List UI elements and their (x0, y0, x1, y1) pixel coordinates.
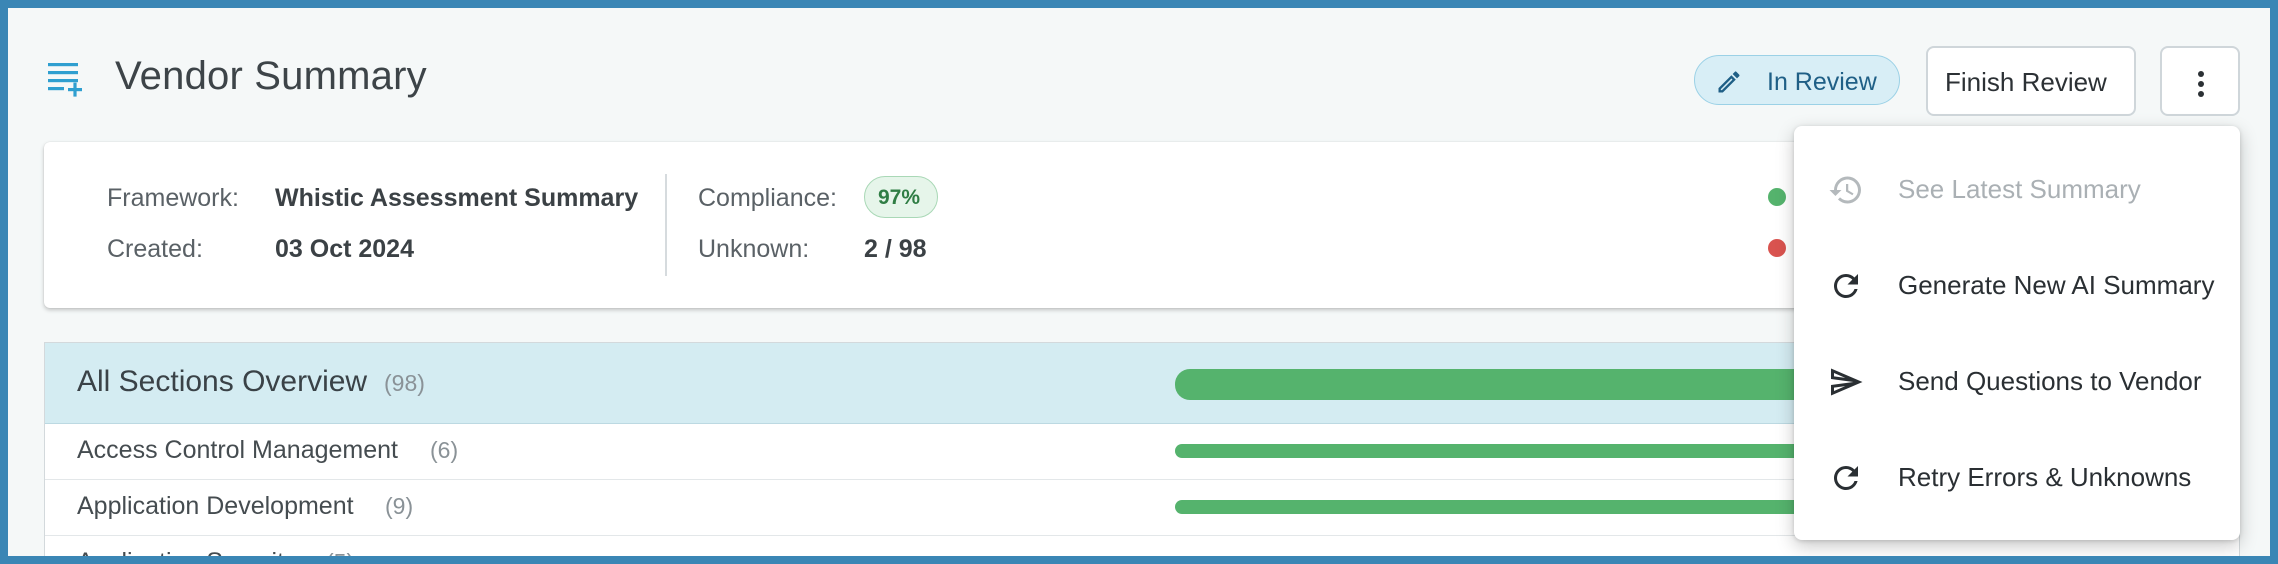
more-options-menu: See Latest Summary Generate New AI Summa… (1794, 126, 2240, 540)
menu-item-generate-ai-summary[interactable]: Generate New AI Summary (1794, 238, 2240, 334)
compliance-badge: 97% (864, 176, 938, 218)
info-divider (665, 174, 667, 276)
page-title: Vendor Summary (115, 54, 427, 98)
section-name: Application Security (77, 548, 297, 564)
section-count: (6) (430, 437, 459, 463)
more-options-button[interactable] (2160, 46, 2240, 116)
created-label: Created: (107, 235, 203, 263)
status-label: In Review (1767, 68, 1877, 96)
app-frame: Vendor Summary In Review Finish Review F… (0, 0, 2278, 564)
error-legend-dot (1768, 239, 1786, 257)
section-progress-bar (1175, 444, 1875, 458)
compliance-value: 97% (878, 186, 921, 209)
section-warning-bar (1995, 556, 2195, 564)
more-vert-icon-dot (2198, 91, 2204, 97)
menu-item-label: Send Questions to Vendor (1898, 366, 2202, 396)
finish-review-button[interactable]: Finish Review (1926, 46, 2136, 116)
section-progress-bar (1175, 556, 1995, 564)
section-count: (5) (326, 549, 355, 564)
pencil-icon (1718, 71, 1740, 93)
section-name: Application Development (77, 492, 354, 520)
created-value: 03 Oct 2024 (275, 235, 414, 263)
overview-progress-bar (1175, 369, 1875, 400)
overview-title: All Sections Overview (77, 365, 368, 398)
menu-item-retry-errors[interactable]: Retry Errors & Unknowns (1794, 430, 2240, 526)
unknown-label: Unknown: (698, 235, 810, 263)
menu-item-see-latest-summary[interactable]: See Latest Summary (1794, 142, 2240, 238)
section-count: (9) (385, 493, 414, 519)
history-icon (1829, 176, 1861, 204)
compliance-label: Compliance: (698, 184, 837, 212)
framework-value: Whistic Assessment Summary (275, 184, 639, 212)
refresh-icon (1833, 273, 1858, 298)
section-progress-bar (1175, 500, 1875, 514)
status-badge[interactable]: In Review (1694, 55, 1900, 105)
menu-item-label: Retry Errors & Unknowns (1898, 462, 2192, 492)
overview-count: (98) (384, 370, 425, 396)
more-vert-icon (2198, 71, 2204, 77)
playlist-add-icon (48, 63, 82, 97)
refresh-icon (1833, 465, 1858, 490)
framework-label: Framework: (107, 184, 239, 212)
unknown-value: 2 / 98 (864, 235, 927, 263)
menu-item-label: Generate New AI Summary (1898, 270, 2215, 300)
more-vert-icon-dot (2198, 81, 2204, 87)
compliant-legend-dot (1768, 188, 1786, 206)
finish-review-label: Finish Review (1945, 67, 2107, 97)
section-name: Access Control Management (77, 436, 398, 464)
assessment-info-card: Framework: Whistic Assessment Summary Cr… (44, 142, 1804, 308)
menu-item-send-questions[interactable]: Send Questions to Vendor (1794, 334, 2240, 430)
menu-item-label: See Latest Summary (1898, 174, 2141, 204)
send-icon (1831, 368, 1863, 396)
